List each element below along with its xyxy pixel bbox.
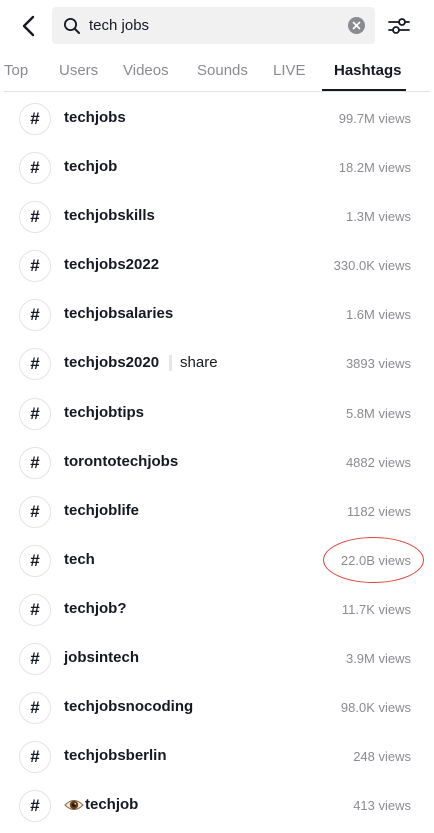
hashtag-name-group: techjobs2020 share bbox=[64, 354, 218, 371]
hashtag-name-group: techjob bbox=[64, 796, 138, 813]
hashtag-name: tech bbox=[64, 550, 95, 568]
hashtag-icon: # bbox=[19, 299, 51, 332]
view-count: 11.7K views bbox=[341, 601, 411, 617]
search-query-text: tech jobs bbox=[89, 17, 150, 34]
tab-users[interactable]: Users bbox=[59, 62, 98, 79]
hashtag-icon: # bbox=[19, 495, 51, 528]
list-item[interactable]: # techjob 18.2M views bbox=[0, 145, 434, 194]
hashtag-name: techjobskills bbox=[64, 207, 155, 225]
view-count: 5.8M views bbox=[345, 405, 411, 421]
eye-emoji-icon bbox=[64, 798, 84, 812]
hashtag-name: techjobsberlin bbox=[64, 747, 167, 765]
list-item[interactable]: # techjob? 11.7K views bbox=[0, 587, 434, 636]
tabs-divider bbox=[4, 91, 430, 92]
view-count: 330.0K views bbox=[333, 258, 411, 274]
list-item[interactable]: # techjobs2020 share 3893 views bbox=[0, 341, 434, 390]
back-button[interactable] bbox=[14, 12, 42, 40]
list-item[interactable]: # techjobtips 5.8M views bbox=[0, 391, 434, 440]
tab-top[interactable]: Top bbox=[4, 62, 28, 79]
list-item[interactable]: # torontotechjobs 4882 views bbox=[0, 440, 434, 489]
hashtag-icon: # bbox=[19, 152, 51, 185]
hashtag-name: techjob? bbox=[64, 599, 127, 617]
view-count: 3893 views bbox=[345, 356, 411, 372]
hashtag-icon: # bbox=[19, 250, 51, 283]
hashtag-icon: # bbox=[19, 643, 51, 676]
hashtag-name: jobsintech bbox=[64, 649, 140, 667]
tab-sounds[interactable]: Sounds bbox=[197, 62, 248, 79]
view-count: 98.0K views bbox=[340, 700, 411, 716]
hashtag-name: techjoblife bbox=[64, 501, 140, 519]
divider bbox=[169, 354, 173, 371]
clear-search-button[interactable] bbox=[348, 17, 365, 34]
hashtag-name: techjobs2020 bbox=[64, 354, 160, 372]
hashtag-name: techjobsnocoding bbox=[64, 698, 194, 716]
hashtag-icon: # bbox=[19, 593, 51, 626]
list-item[interactable]: # techjobsnocoding 98.0K views bbox=[0, 685, 434, 734]
hashtag-icon: # bbox=[19, 790, 51, 823]
view-count: 99.7M views bbox=[338, 111, 411, 126]
hashtag-name: torontotechjobs bbox=[64, 452, 179, 470]
sliders-icon bbox=[388, 18, 410, 34]
hashtag-icon: # bbox=[19, 544, 51, 577]
hashtag-name: techjob bbox=[64, 158, 118, 176]
share-label: share bbox=[180, 354, 218, 372]
hashtag-icon: # bbox=[19, 103, 51, 135]
hashtag-name: techjobtips bbox=[64, 403, 145, 421]
tab-live[interactable]: LIVE bbox=[273, 62, 306, 79]
view-count: 413 views bbox=[353, 798, 411, 814]
hashtag-name: techjobs2022 bbox=[64, 256, 160, 274]
view-count: 3.9M views bbox=[345, 651, 411, 667]
view-count: 4882 views bbox=[345, 454, 411, 470]
list-item[interactable]: # techjobsalaries 1.6M views bbox=[0, 292, 434, 341]
tab-hashtags[interactable]: Hashtags bbox=[334, 62, 402, 79]
hashtag-icon: # bbox=[19, 692, 51, 725]
hashtag-name: techjobs bbox=[64, 109, 126, 126]
view-count: 1.6M views bbox=[345, 307, 411, 323]
hashtag-icon: # bbox=[19, 348, 51, 381]
list-item[interactable]: # techjobs2022 330.0K views bbox=[0, 243, 434, 292]
hashtag-icon: # bbox=[19, 201, 51, 234]
view-count: 1.3M views bbox=[345, 209, 411, 225]
list-item[interactable]: # techjob 413 views bbox=[0, 783, 434, 832]
search-input[interactable]: tech jobs bbox=[52, 7, 375, 44]
filter-button[interactable] bbox=[386, 13, 412, 39]
result-tabs: Top Users Videos Sounds LIVE Hashtags bbox=[0, 52, 434, 92]
search-icon bbox=[63, 17, 81, 35]
active-tab-indicator bbox=[322, 89, 406, 91]
close-icon bbox=[352, 21, 361, 30]
search-header: tech jobs bbox=[0, 0, 434, 52]
chevron-left-icon bbox=[22, 15, 35, 37]
view-count: 1182 views bbox=[346, 503, 411, 519]
list-item[interactable]: # techjobs 99.7M views bbox=[0, 96, 434, 145]
list-item[interactable]: # techjobskills 1.3M views bbox=[0, 194, 434, 243]
list-item[interactable]: # jobsintech 3.9M views bbox=[0, 636, 434, 685]
hashtag-name: techjobsalaries bbox=[64, 305, 174, 323]
tab-videos[interactable]: Videos bbox=[123, 62, 169, 79]
list-item[interactable]: # techjobsberlin 248 views bbox=[0, 734, 434, 783]
list-item[interactable]: # techjoblife 1182 views bbox=[0, 489, 434, 538]
hashtag-list: # techjobs 99.7M views # techjob 18.2M v… bbox=[0, 96, 434, 832]
hashtag-icon: # bbox=[19, 397, 51, 430]
view-count: 18.2M views bbox=[338, 160, 411, 176]
hashtag-icon: # bbox=[19, 446, 51, 479]
annotation-circle bbox=[323, 537, 424, 583]
view-count: 248 views bbox=[353, 749, 411, 765]
hashtag-icon: # bbox=[19, 741, 51, 774]
hashtag-name: techjob bbox=[85, 796, 139, 814]
